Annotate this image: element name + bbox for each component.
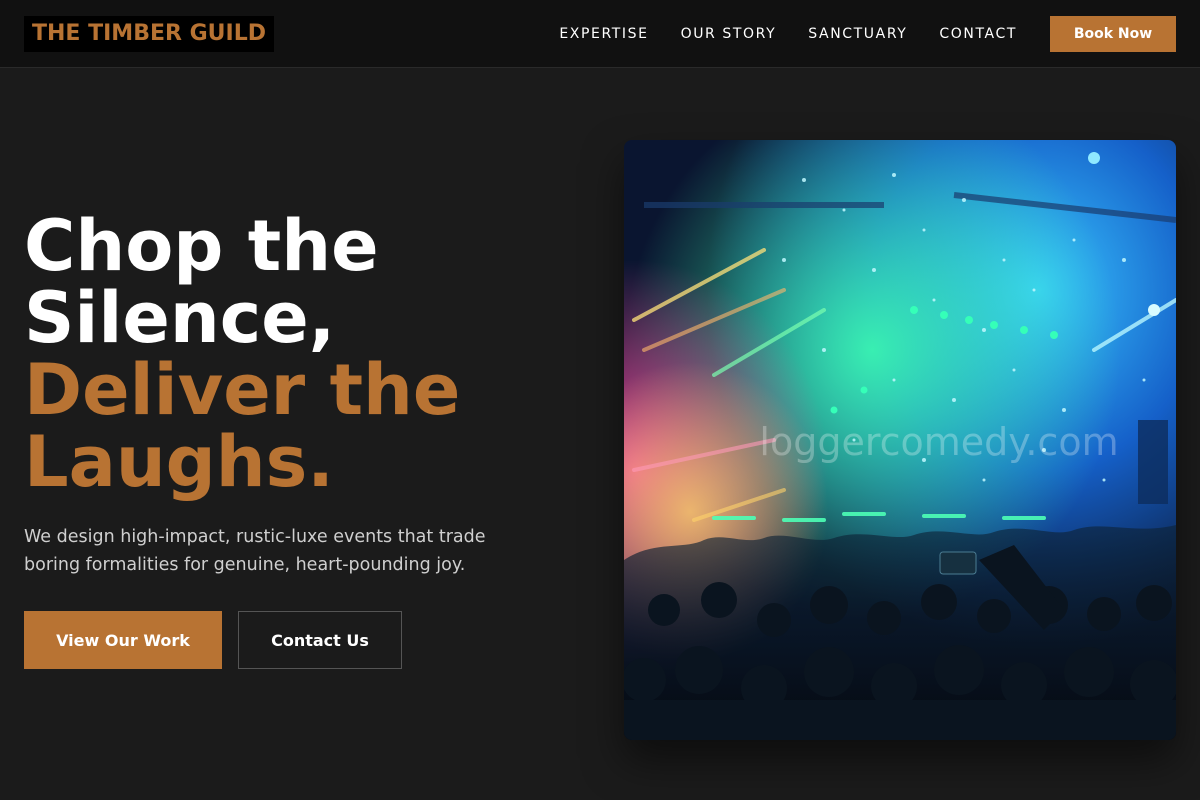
brand-logo[interactable]: THE TIMBER GUILD xyxy=(24,16,274,52)
image-watermark: loggercomedy.com xyxy=(759,420,1119,464)
nav-link-expertise[interactable]: EXPERTISE xyxy=(559,26,648,42)
hero-title-line-1: Chop the xyxy=(24,205,379,287)
book-now-button[interactable]: Book Now xyxy=(1050,16,1176,52)
hero-title-accent-line-1: Deliver the xyxy=(24,349,461,431)
main-nav: EXPERTISE OUR STORY SANCTUARY CONTACT xyxy=(559,0,1017,68)
nav-link-sanctuary[interactable]: SANCTUARY xyxy=(808,26,907,42)
hero-subtitle: We design high-impact, rustic-luxe event… xyxy=(24,527,486,575)
hero-title-accent-line-2: Laughs. xyxy=(24,421,334,503)
nav-link-contact[interactable]: CONTACT xyxy=(939,26,1017,42)
concert-crowd-image: loggercomedy.com xyxy=(624,140,1176,740)
view-our-work-button[interactable]: View Our Work xyxy=(24,611,222,669)
top-navigation-bar: THE TIMBER GUILD EXPERTISE OUR STORY SAN… xyxy=(0,0,1200,68)
nav-link-our-story[interactable]: OUR STORY xyxy=(681,26,777,42)
hero-title: Chop the Silence, Deliver the Laughs. xyxy=(24,210,584,498)
hero-title-line-2: Silence, xyxy=(24,277,336,359)
contact-us-button[interactable]: Contact Us xyxy=(238,611,402,669)
